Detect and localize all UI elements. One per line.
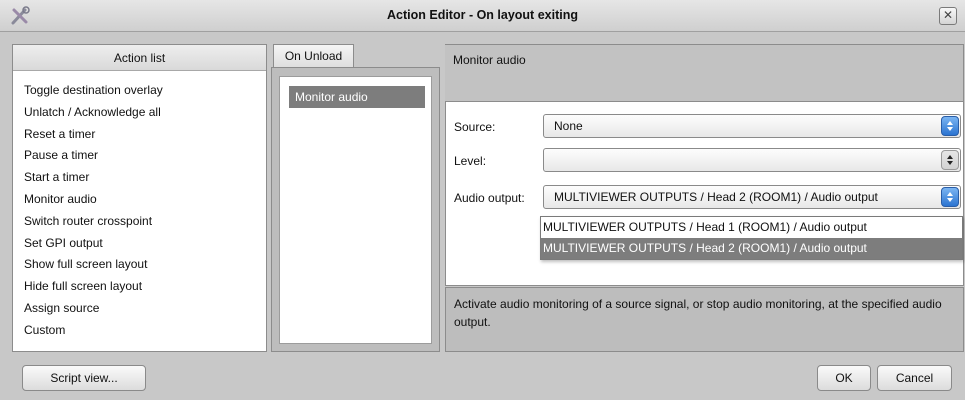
source-label: Source: — [454, 120, 496, 134]
audio-output-value: MULTIVIEWER OUTPUTS / Head 2 (ROOM1) / A… — [554, 190, 878, 204]
updown-arrows-icon[interactable] — [941, 187, 959, 207]
action-list-panel: Action list Toggle destination overlay U… — [12, 44, 267, 352]
close-icon: ✕ — [942, 8, 954, 22]
action-item-assign-source[interactable]: Assign source — [13, 298, 266, 320]
audio-output-option[interactable]: MULTIVIEWER OUTPUTS / Head 1 (ROOM1) / A… — [541, 217, 962, 238]
audio-output-option-selected[interactable]: MULTIVIEWER OUTPUTS / Head 2 (ROOM1) / A… — [541, 238, 962, 259]
updown-arrows-icon[interactable] — [941, 150, 959, 170]
action-description: Activate audio monitoring of a source si… — [445, 287, 964, 352]
tab-on-unload[interactable]: On Unload — [273, 44, 354, 67]
detail-title: Monitor audio — [453, 53, 526, 67]
source-select[interactable]: None — [543, 114, 961, 138]
action-item-monitor-audio[interactable]: Monitor audio — [13, 189, 266, 211]
action-item-toggle-destination-overlay[interactable]: Toggle destination overlay — [13, 80, 266, 102]
action-item-start-timer[interactable]: Start a timer — [13, 167, 266, 189]
action-item-pause-timer[interactable]: Pause a timer — [13, 145, 266, 167]
audio-output-dropdown: MULTIVIEWER OUTPUTS / Head 1 (ROOM1) / A… — [540, 216, 963, 260]
event-action-list: Monitor audio — [279, 76, 432, 344]
action-item-custom[interactable]: Custom — [13, 320, 266, 342]
action-item-unlatch-acknowledge-all[interactable]: Unlatch / Acknowledge all — [13, 102, 266, 124]
level-label: Level: — [454, 154, 487, 168]
close-button[interactable]: ✕ — [939, 7, 957, 25]
action-item-reset-timer[interactable]: Reset a timer — [13, 124, 266, 146]
source-value: None — [554, 119, 583, 133]
action-item-switch-router-crosspoint[interactable]: Switch router crosspoint — [13, 211, 266, 233]
action-item-set-gpi-output[interactable]: Set GPI output — [13, 233, 266, 255]
updown-arrows-icon[interactable] — [941, 116, 959, 136]
action-list: Toggle destination overlay Unlatch / Ack… — [13, 71, 266, 342]
event-panel: Monitor audio — [271, 67, 440, 352]
detail-header: Monitor audio — [445, 44, 964, 102]
level-select[interactable] — [543, 148, 961, 172]
action-item-show-full-screen-layout[interactable]: Show full screen layout — [13, 254, 266, 276]
ok-button[interactable]: OK — [817, 365, 871, 391]
title-bar: Action Editor - On layout exiting ✕ — [0, 0, 965, 32]
audio-output-select[interactable]: MULTIVIEWER OUTPUTS / Head 2 (ROOM1) / A… — [543, 185, 961, 209]
action-item-hide-full-screen-layout[interactable]: Hide full screen layout — [13, 276, 266, 298]
window-title: Action Editor - On layout exiting — [387, 8, 578, 22]
event-item-monitor-audio[interactable]: Monitor audio — [289, 86, 425, 108]
audio-output-label: Audio output: — [454, 191, 525, 205]
action-list-header: Action list — [13, 45, 266, 71]
script-view-button[interactable]: Script view... — [22, 365, 146, 391]
cancel-button[interactable]: Cancel — [877, 365, 952, 391]
